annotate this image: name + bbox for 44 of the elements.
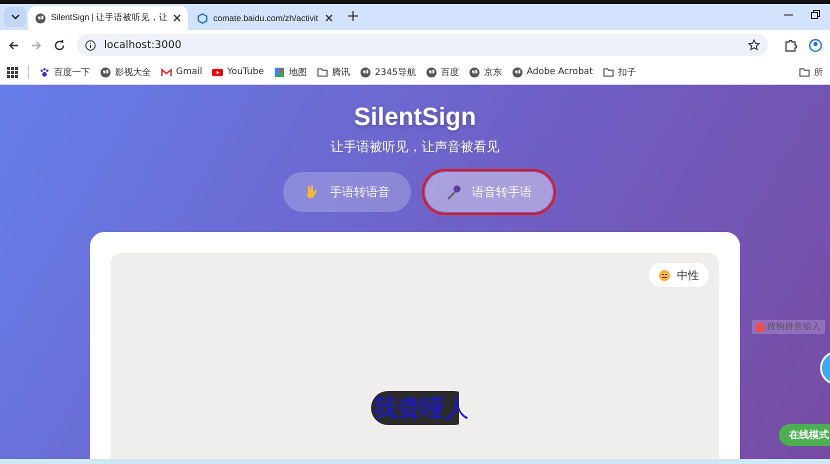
ime-logo-icon: [756, 322, 765, 332]
microphone-icon: [446, 184, 462, 200]
info-icon[interactable]: [85, 40, 96, 50]
bookmark-link[interactable]: 影视大全: [100, 66, 151, 78]
emotion-badge: 中性: [649, 263, 709, 287]
hand-icon: [304, 184, 320, 200]
bookmark-link[interactable]: 地图: [274, 66, 307, 78]
app-title: SilentSign: [354, 103, 476, 132]
bookmark-link[interactable]: 扣子: [602, 66, 636, 78]
reload-icon[interactable]: [54, 40, 65, 50]
folder-icon: [316, 66, 328, 78]
bookmark-link[interactable]: Adobe Acrobat: [512, 66, 593, 78]
bookmark-link[interactable]: 百度: [426, 66, 459, 78]
bookmark-link[interactable]: 京东: [468, 66, 502, 78]
close-icon[interactable]: [173, 14, 182, 22]
folder-icon: [602, 66, 614, 78]
browser-tab[interactable]: comate.baidu.com/zh/activit: [190, 6, 340, 30]
browser-tab[interactable]: SilentSign | 让手语被听见，让: [28, 6, 188, 30]
back-icon[interactable]: [8, 40, 19, 50]
tab-list-button[interactable]: [4, 7, 26, 27]
restore-icon[interactable]: [811, 10, 820, 19]
neutral-face-icon: [659, 270, 670, 280]
mail-icon: [161, 66, 172, 78]
profile-icon[interactable]: [809, 38, 822, 52]
chevron-icon: [10, 14, 20, 20]
paw-icon: [39, 66, 50, 78]
apps-grid-icon[interactable]: [7, 66, 18, 78]
map-icon: [274, 66, 285, 78]
cube-icon: [197, 12, 208, 24]
new-tab-icon[interactable]: [348, 11, 358, 21]
app-subtitle: 让手语被听见，让声音被看见: [330, 139, 500, 156]
star-icon[interactable]: [748, 39, 760, 51]
bookmark-link[interactable]: 腾讯: [316, 66, 350, 78]
bookmark-link[interactable]: 2345导航: [360, 66, 416, 78]
bookmark-link[interactable]: YouTube: [212, 66, 264, 78]
bookmark-link[interactable]: Gmail: [161, 66, 202, 78]
status-badge: 在线模式: [779, 424, 830, 446]
puzzle-icon[interactable]: [784, 38, 797, 52]
close-icon[interactable]: [325, 14, 334, 22]
bookmark-link[interactable]: 百度一下: [39, 66, 90, 78]
folder-icon: [799, 66, 810, 78]
bookmark-link[interactable]: 所: [799, 66, 823, 78]
play-icon: [212, 66, 224, 78]
address-bar[interactable]: localhost:3000: [77, 34, 768, 56]
